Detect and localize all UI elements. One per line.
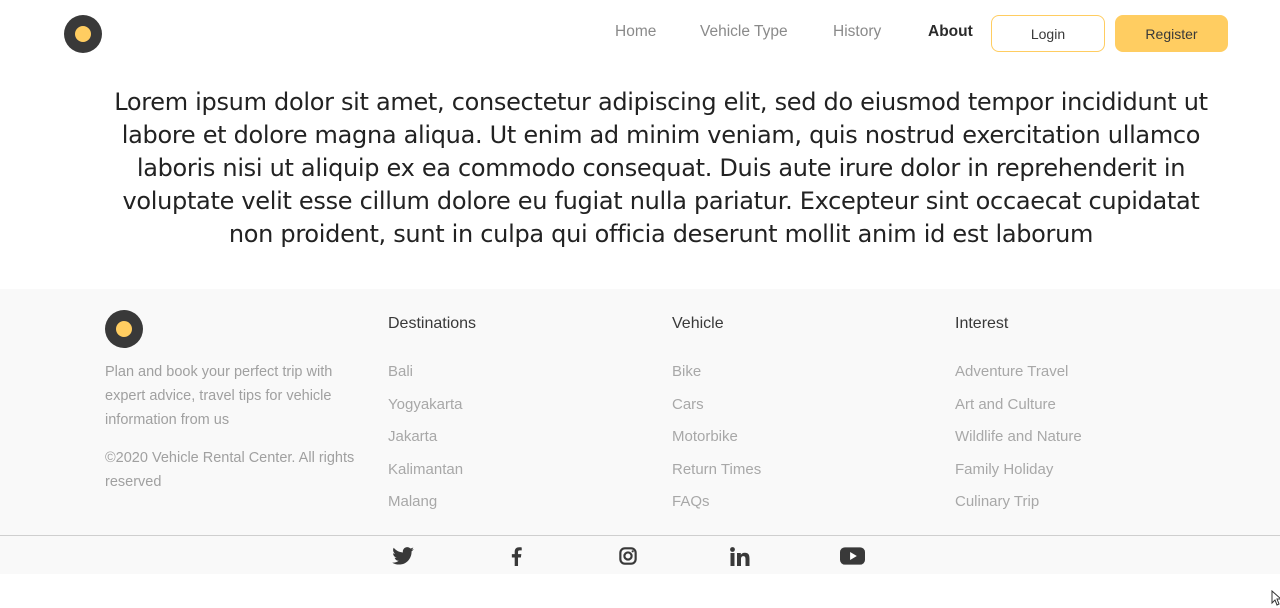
nav-history-link[interactable]: History — [833, 23, 881, 41]
nav-home-link[interactable]: Home — [615, 23, 656, 41]
footer-copyright: ©2020 Vehicle Rental Center. All rights … — [105, 450, 355, 490]
link-list: Bali Yogyakarta Jakarta Kalimantan Malan… — [388, 363, 476, 526]
column-title: Destinations — [388, 315, 477, 332]
footer-link[interactable]: Bike — [672, 363, 761, 396]
login-button[interactable]: Login — [991, 15, 1105, 52]
mouse-cursor-icon — [1271, 589, 1280, 608]
link-list: Bike Cars Motorbike Return Times FAQs — [672, 363, 761, 526]
column-title: Vehicle — [672, 315, 724, 332]
footer-link[interactable]: Motorbike — [672, 428, 761, 461]
youtube-icon[interactable] — [839, 543, 865, 569]
site-footer: Plan and book your perfect trip with exp… — [0, 289, 1280, 574]
footer-link[interactable]: Yogyakarta — [388, 396, 476, 429]
footer-link[interactable]: Return Times — [672, 461, 761, 494]
footer-column-interest: Interest Adventure Travel Art and Cultur… — [955, 315, 1082, 526]
linkedin-icon[interactable] — [727, 543, 753, 569]
footer-link[interactable]: Culinary Trip — [955, 493, 1082, 526]
footer-column-vehicle: Vehicle Bike Cars Motorbike Return Times… — [672, 315, 761, 526]
site-header: Home Vehicle Type History About Login Re… — [0, 0, 1280, 68]
footer-link[interactable]: FAQs — [672, 493, 761, 526]
register-button[interactable]: Register — [1115, 15, 1228, 52]
footer-link[interactable]: Jakarta — [388, 428, 476, 461]
footer-link[interactable]: Cars — [672, 396, 761, 429]
footer-link[interactable]: Adventure Travel — [955, 363, 1082, 396]
nav-vehicle-type-link[interactable]: Vehicle Type — [700, 23, 788, 41]
column-title: Interest — [955, 315, 1009, 332]
nav-about-link[interactable]: About — [928, 23, 973, 41]
footer-link[interactable]: Wildlife and Nature — [955, 428, 1082, 461]
footer-logo-icon[interactable] — [105, 310, 143, 348]
footer-divider — [0, 535, 1280, 536]
link-list: Adventure Travel Art and Culture Wildlif… — [955, 363, 1082, 526]
footer-description: Plan and book your perfect trip with exp… — [105, 364, 333, 428]
twitter-icon[interactable] — [390, 543, 416, 569]
footer-link[interactable]: Bali — [388, 363, 476, 396]
footer-column-destinations: Destinations Bali Yogyakarta Jakarta Kal… — [388, 315, 476, 526]
facebook-icon[interactable] — [503, 543, 529, 569]
footer-link[interactable]: Malang — [388, 493, 476, 526]
footer-link[interactable]: Family Holiday — [955, 461, 1082, 494]
about-description: Lorem ipsum dolor sit amet, consectetur … — [114, 88, 1208, 248]
footer-link[interactable]: Kalimantan — [388, 461, 476, 494]
instagram-icon[interactable] — [615, 543, 641, 569]
footer-link[interactable]: Art and Culture — [955, 396, 1082, 429]
